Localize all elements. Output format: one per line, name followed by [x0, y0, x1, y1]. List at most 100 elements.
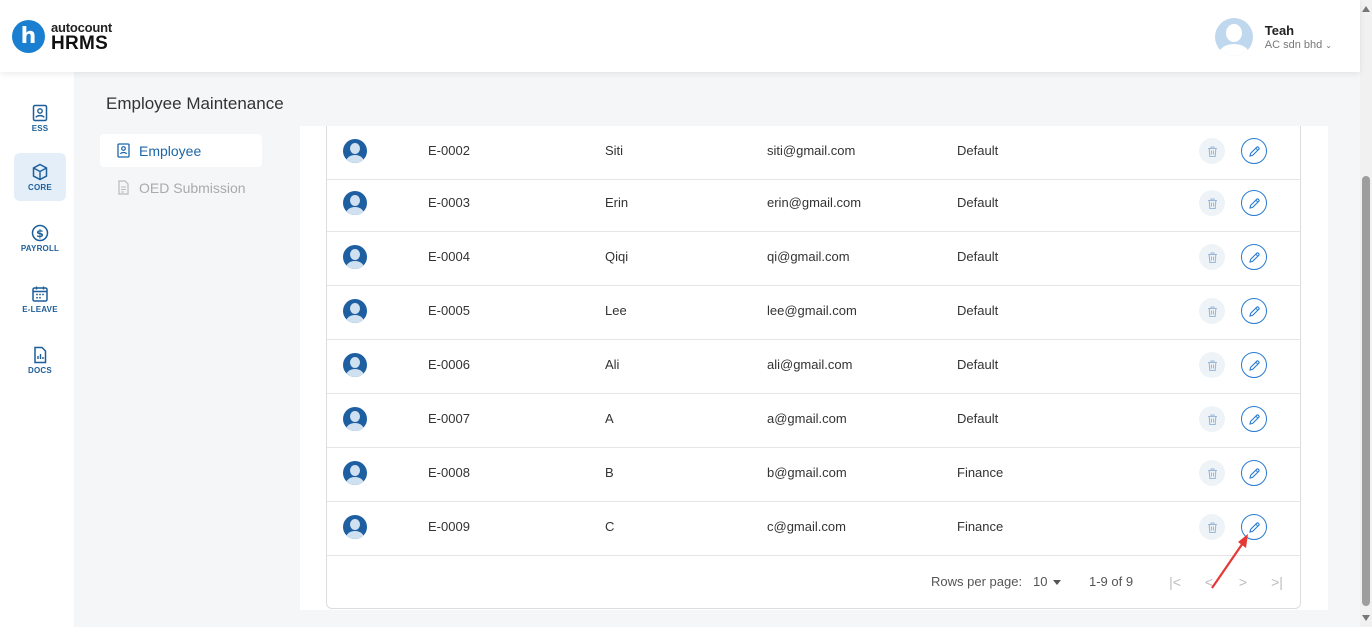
scroll-down-arrow[interactable] — [1362, 615, 1370, 621]
page-scrollbar[interactable] — [1360, 0, 1372, 627]
employee-name: Qiqi — [605, 249, 629, 264]
subnav-item-oed-submission[interactable]: OED Submission — [100, 171, 262, 204]
ess-icon — [32, 104, 48, 121]
rows-per-page-select[interactable]: 10 — [1033, 574, 1047, 589]
first-page-button[interactable]: |< — [1165, 572, 1185, 592]
table-row[interactable]: E-0008 Bb@gmail.com Finance — [327, 448, 1300, 502]
user-menu[interactable]: Teah AC sdn bhd ⌄ — [1214, 18, 1332, 56]
employee-name: Erin — [605, 195, 629, 210]
sidebar-item-label: E-LEAVE — [22, 304, 58, 314]
employee-avatar — [343, 191, 367, 215]
employee-code: E-0003 — [428, 195, 470, 210]
edit-button[interactable] — [1241, 406, 1267, 432]
pencil-icon — [1248, 467, 1260, 479]
delete-button[interactable] — [1199, 298, 1225, 324]
edit-button[interactable] — [1241, 298, 1267, 324]
employee-group: Default — [957, 249, 999, 264]
logo-product-text: HRMS — [51, 32, 109, 54]
employee-group: Default — [957, 303, 999, 318]
sidebar-item-payroll[interactable]: $ PAYROLL — [14, 214, 66, 262]
employee-avatar — [343, 139, 367, 163]
caret-down-icon[interactable] — [1053, 580, 1061, 585]
delete-button[interactable] — [1199, 244, 1225, 270]
employee-avatar — [343, 245, 367, 269]
edit-button[interactable] — [1241, 514, 1267, 540]
sidebar-item-docs[interactable]: DOCS — [14, 336, 66, 384]
employee-email: siti@gmail.com — [767, 143, 856, 158]
employee-name: A — [605, 411, 614, 426]
svg-text:$: $ — [36, 227, 44, 240]
table-pagination: Rows per page: 10 1-9 of 9 |< < > >| — [327, 558, 1300, 608]
employee-table: E-0009 Cc@gmail.com Finance E-0008 Bb@gmail.… — [326, 126, 1301, 609]
page-title: Employee Maintenance — [106, 94, 284, 113]
employee-name: Lee — [605, 303, 627, 318]
sidebar-item-ess[interactable]: ESS — [14, 94, 66, 142]
trash-icon — [1207, 413, 1217, 425]
pencil-icon — [1248, 413, 1260, 425]
table-row[interactable]: E-0006 Ali ali@gmail.com Default — [327, 340, 1300, 394]
chevron-down-icon[interactable]: ⌄ — [1325, 41, 1332, 50]
core-icon — [32, 163, 48, 180]
trash-icon — [1207, 251, 1217, 263]
subnav-label: OED Submission — [139, 179, 246, 196]
table-row[interactable]: E-0007 Aa@gmail.com Default — [327, 394, 1300, 448]
scroll-up-arrow[interactable] — [1362, 6, 1370, 12]
top-header: h autocount HRMS Teah AC sdn bhd ⌄ — [0, 0, 1360, 72]
pencil-icon — [1248, 197, 1260, 209]
employee-name: Ali — [605, 357, 620, 372]
table-row[interactable]: E-0009 Cc@gmail.com Finance — [327, 502, 1300, 556]
trash-icon — [1207, 197, 1217, 209]
delete-button[interactable] — [1199, 460, 1225, 486]
last-page-button[interactable]: >| — [1267, 572, 1287, 592]
sidebar-item-label: DOCS — [28, 365, 52, 375]
delete-button[interactable] — [1199, 514, 1225, 540]
sidebar-item-core[interactable]: CORE — [14, 153, 66, 201]
sub-navigation: Employee OED Submission — [100, 134, 262, 208]
pagination-range: 1-9 of 9 — [1089, 574, 1134, 589]
table-row[interactable]: E-0005 Lee lee@gmail.com Default — [327, 286, 1300, 340]
pencil-icon — [1248, 305, 1260, 317]
employee-group: Default — [957, 411, 999, 426]
employee-code: E-0002 — [428, 143, 470, 158]
employee-avatar — [343, 515, 367, 539]
sidebar-item-label: CORE — [28, 182, 52, 192]
edit-button[interactable] — [1241, 460, 1267, 486]
sidebar: ESS CORE $ PAYROLL E-LEAVE DOCS — [0, 72, 74, 627]
prev-page-button[interactable]: < — [1199, 572, 1219, 592]
edit-button[interactable] — [1241, 190, 1267, 216]
employee-email: ali@gmail.com — [767, 357, 853, 372]
app-logo[interactable]: h autocount HRMS — [12, 20, 112, 53]
avatar[interactable] — [1214, 18, 1253, 56]
delete-button[interactable] — [1199, 406, 1225, 432]
rows-per-page-label: Rows per page: — [931, 574, 1023, 589]
edit-button[interactable] — [1241, 244, 1267, 270]
edit-button[interactable] — [1241, 352, 1267, 378]
employee-name: B — [605, 465, 614, 480]
user-name: Teah — [1264, 23, 1295, 38]
subnav-item-employee[interactable]: Employee — [100, 134, 262, 167]
logo-mark: h — [12, 20, 45, 53]
delete-button[interactable] — [1199, 138, 1225, 164]
employee-group: Finance — [957, 465, 1004, 480]
trash-icon — [1207, 467, 1217, 479]
table-row[interactable]: E-0002 Siti siti@gmail.com Default — [327, 126, 1300, 180]
next-page-button[interactable]: > — [1233, 572, 1253, 592]
employee-group: Default — [957, 357, 999, 372]
employee-name: C — [605, 519, 615, 534]
delete-button[interactable] — [1199, 190, 1225, 216]
scroll-thumb[interactable] — [1362, 176, 1370, 606]
sidebar-item-label: ESS — [31, 123, 49, 133]
employee-name: Siti — [605, 143, 624, 158]
employee-code: E-0009 — [428, 519, 470, 534]
trash-icon — [1207, 145, 1217, 157]
employee-code: E-0004 — [428, 249, 470, 264]
employee-email: erin@gmail.com — [767, 195, 862, 210]
sidebar-item-eleave[interactable]: E-LEAVE — [14, 275, 66, 323]
trash-icon — [1207, 359, 1217, 371]
delete-button[interactable] — [1199, 352, 1225, 378]
employee-code: E-0008 — [428, 465, 470, 480]
employee-doc-icon — [117, 143, 130, 158]
table-row[interactable]: E-0003 Erin erin@gmail.com Default — [327, 178, 1300, 232]
edit-button[interactable] — [1241, 138, 1267, 164]
table-row[interactable]: E-0004 Qiqi qi@gmail.com Default — [327, 232, 1300, 286]
